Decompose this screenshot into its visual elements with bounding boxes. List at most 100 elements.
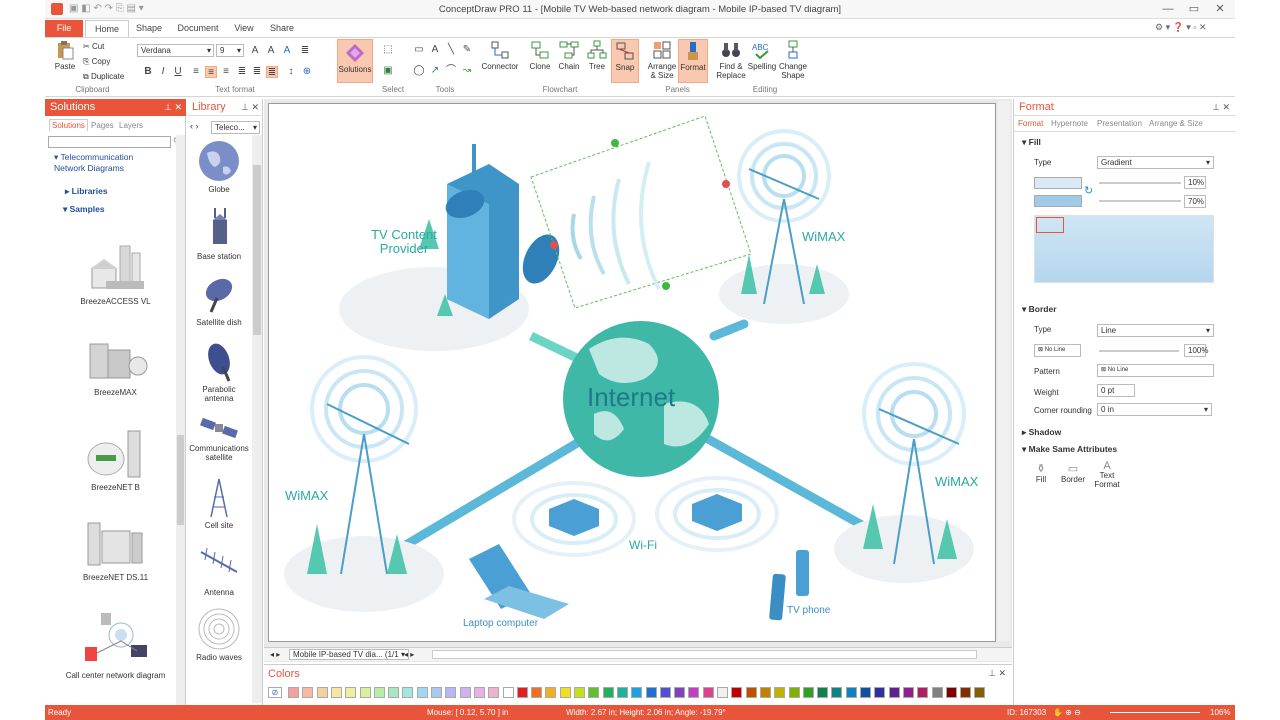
find-replace-button[interactable]: Find & Replace	[715, 40, 747, 80]
library-nav-icon[interactable]: ‹ ›	[190, 121, 199, 131]
tab-file[interactable]: File	[45, 20, 83, 37]
border-pct-input[interactable]: 100%	[1184, 344, 1208, 357]
horizontal-scrollbar[interactable]	[432, 650, 977, 659]
shadow-section-header[interactable]: ▸ Shadow	[1022, 427, 1061, 438]
arrange-size-button[interactable]: Arrange & Size	[647, 40, 677, 80]
duplicate-button[interactable]: ⧉ Duplicate	[83, 72, 124, 82]
help-icons[interactable]: ⚙ ▾ ❓ ▾ ▫ ✕	[1155, 22, 1207, 33]
internet-label[interactable]: Internet	[587, 382, 675, 413]
arc-tool-icon[interactable]: ⌒	[445, 65, 457, 77]
color-swatch[interactable]	[831, 687, 843, 698]
align-right-icon[interactable]: ≡	[220, 66, 232, 78]
library-scrollbar[interactable]	[252, 135, 262, 703]
color-swatch[interactable]	[531, 687, 543, 698]
tab-share[interactable]: Share	[267, 20, 297, 37]
page-scroll-icon[interactable]: ◂ ▸	[404, 650, 414, 659]
tv-phone-label[interactable]: TV phone	[787, 605, 830, 616]
color-swatch[interactable]	[359, 687, 371, 698]
tab-view[interactable]: View	[231, 20, 257, 37]
library-item-cell-site[interactable]: Cell site	[187, 477, 251, 530]
italic-icon[interactable]: I	[157, 66, 169, 78]
color-swatch[interactable]	[302, 687, 314, 698]
color-swatch[interactable]	[631, 687, 643, 698]
color-swatch[interactable]	[416, 687, 428, 698]
subtab-solutions[interactable]: Solutions	[49, 119, 88, 131]
tree-button[interactable]: Tree	[584, 40, 610, 71]
page-nav-icon[interactable]: ◂ ▸	[270, 650, 280, 659]
color-swatch[interactable]	[874, 687, 886, 698]
status-view-icons[interactable]: ✋ ⊕ ⊖	[1053, 705, 1081, 720]
color-swatch[interactable]	[817, 687, 829, 698]
pin-close-icon[interactable]: ⊥ ✕	[988, 668, 1006, 679]
color-swatch[interactable]	[802, 687, 814, 698]
format-button[interactable]: Format	[678, 39, 708, 83]
canvas-area[interactable]: TV Content Provider Internet WiMAX WiMAX…	[264, 99, 1012, 662]
tab-shape[interactable]: Shape	[133, 20, 165, 37]
color-swatch[interactable]	[960, 687, 972, 698]
weight-input[interactable]: 0 pt	[1097, 384, 1135, 397]
valign-top-icon[interactable]: ≣	[236, 66, 248, 78]
solutions-scrollbar[interactable]	[176, 135, 185, 705]
paste-button[interactable]: Paste	[51, 40, 79, 71]
pin-close-icon[interactable]: ⊥ ✕	[1212, 99, 1230, 116]
fill-color2-picker[interactable]	[1034, 195, 1082, 207]
wimax-right-label[interactable]: WiMAX	[935, 474, 978, 489]
subtab-format[interactable]: Format	[1018, 119, 1043, 128]
arrow-tool-icon[interactable]: ↗	[429, 65, 441, 77]
color-swatch[interactable]	[588, 687, 600, 698]
color-swatch[interactable]	[974, 687, 986, 698]
select-icon[interactable]: ⬚	[382, 44, 394, 56]
sample-item[interactable]: BreezeMAX	[45, 336, 186, 397]
sample-item[interactable]: BreezeNET B	[45, 429, 186, 492]
minimize-icon[interactable]: —	[1155, 0, 1181, 18]
align-left-icon[interactable]: ≡	[190, 66, 202, 78]
color-swatch[interactable]	[373, 687, 385, 698]
color-swatch[interactable]	[659, 687, 671, 698]
no-fill-swatch-icon[interactable]: ⊘	[268, 687, 282, 698]
drawing-page[interactable]: TV Content Provider Internet WiMAX WiMAX…	[268, 103, 996, 642]
color-swatch[interactable]	[745, 687, 757, 698]
scroll-thumb[interactable]	[253, 165, 261, 335]
color-swatch[interactable]	[931, 687, 943, 698]
wimax-left-label[interactable]: WiMAX	[285, 488, 328, 503]
shrink-font-icon[interactable]: A	[265, 45, 277, 57]
pct1-input[interactable]: 10%	[1184, 176, 1206, 189]
color-swatch[interactable]	[516, 687, 528, 698]
color-swatch[interactable]	[602, 687, 614, 698]
library-item-antenna[interactable]: Antenna	[187, 542, 251, 597]
zoom-slider[interactable]	[1110, 712, 1200, 713]
snap-button[interactable]: Snap	[611, 39, 639, 83]
pin-close-icon[interactable]: ⊥ ✕	[164, 99, 182, 116]
color-swatch[interactable]	[574, 687, 585, 698]
solutions-search-input[interactable]	[48, 136, 171, 148]
spelling-button[interactable]: ABC Spelling	[747, 40, 777, 71]
color-swatch[interactable]	[845, 687, 857, 698]
library-item-globe[interactable]: Globe	[187, 139, 251, 194]
make-same-border-button[interactable]: ▭ Border	[1059, 462, 1087, 484]
color-swatch[interactable]	[702, 687, 714, 698]
sample-item[interactable]: Call center network diagram	[45, 607, 186, 680]
align-center-icon[interactable]: ≡	[205, 66, 217, 78]
subtab-hypernote[interactable]: Hypernote	[1051, 119, 1088, 128]
pin-close-icon[interactable]: ⊥ ✕	[241, 99, 259, 116]
border-transparency-slider[interactable]	[1099, 350, 1179, 352]
connector-tool-icon[interactable]: ↝	[461, 65, 473, 77]
subtab-pages[interactable]: Pages	[91, 121, 114, 130]
library-item-parabolic-antenna[interactable]: Parabolic antenna	[187, 339, 251, 403]
sample-item[interactable]: BreezeACCESS VL	[45, 243, 186, 306]
text-style-icon[interactable]: ≣	[299, 45, 311, 57]
pen-tool-icon[interactable]: ✎	[461, 44, 473, 56]
color-swatch[interactable]	[330, 687, 342, 698]
color-swatch[interactable]	[945, 687, 957, 698]
color-swatch[interactable]	[459, 687, 471, 698]
color-swatch[interactable]	[759, 687, 771, 698]
close-icon[interactable]: ✕	[1207, 0, 1233, 18]
color-swatch[interactable]	[545, 687, 557, 698]
selected-gradient-preset[interactable]	[1036, 217, 1064, 233]
scroll-thumb[interactable]	[177, 435, 184, 525]
valign-bottom-icon[interactable]: ≣	[251, 66, 263, 78]
make-same-fill-button[interactable]: ⚱ Fill	[1029, 462, 1053, 484]
copy-button[interactable]: ⎘ Copy	[83, 57, 110, 67]
font-color-icon[interactable]: A	[281, 45, 293, 57]
color-swatch[interactable]	[774, 687, 786, 698]
